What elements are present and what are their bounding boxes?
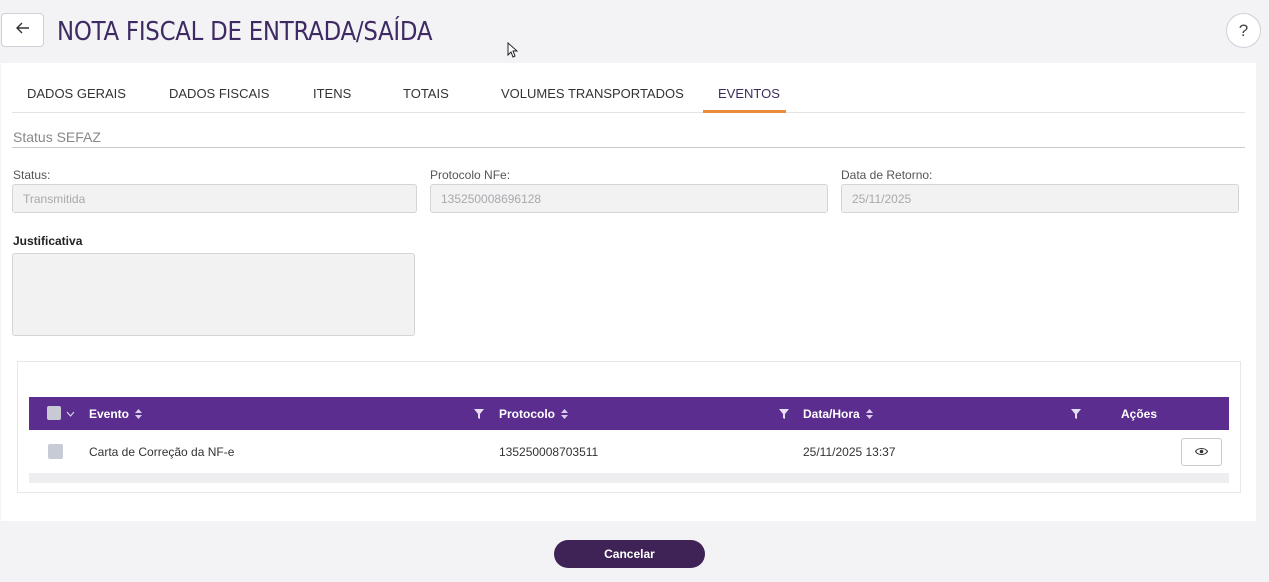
table-row[interactable]: Carta de Correção da NF-e 13525000870351… bbox=[29, 430, 1229, 473]
cell-data-hora: 25/11/2025 13:37 bbox=[803, 444, 896, 459]
active-tab-indicator bbox=[703, 110, 786, 113]
sort-icon[interactable] bbox=[865, 408, 873, 419]
tab-volumes-transportados[interactable]: VOLUMES TRANSPORTADOS bbox=[501, 86, 684, 101]
back-button[interactable] bbox=[1, 13, 44, 47]
column-header-data-hora[interactable]: Data/Hora bbox=[803, 397, 873, 430]
section-divider bbox=[12, 147, 1245, 148]
status-field: Transmitida bbox=[12, 184, 417, 213]
filter-icon[interactable] bbox=[474, 397, 484, 430]
tab-dados-fiscais[interactable]: DADOS FISCAIS bbox=[169, 86, 269, 101]
eye-icon bbox=[1194, 445, 1209, 459]
protocolo-label: Protocolo NFe: bbox=[430, 168, 511, 182]
help-button[interactable]: ? bbox=[1226, 13, 1261, 48]
tab-dados-gerais[interactable]: DADOS GERAIS bbox=[27, 86, 126, 101]
column-header-evento[interactable]: Evento bbox=[89, 397, 143, 430]
cell-protocolo: 135250008703511 bbox=[499, 444, 599, 459]
filter-icon[interactable] bbox=[779, 397, 789, 430]
table-footer bbox=[29, 473, 1229, 483]
chevron-down-icon[interactable] bbox=[66, 397, 75, 430]
view-button[interactable] bbox=[1181, 438, 1222, 466]
arrow-left-icon bbox=[15, 21, 30, 39]
column-header-acoes: Ações bbox=[1121, 406, 1158, 421]
status-label: Status: bbox=[13, 168, 51, 182]
row-checkbox[interactable] bbox=[48, 444, 63, 459]
data-retorno-field: 25/11/2025 bbox=[841, 184, 1239, 213]
protocolo-field: 135250008696128 bbox=[430, 184, 828, 213]
mouse-cursor-icon bbox=[507, 41, 519, 63]
cell-evento: Carta de Correção da NF-e bbox=[89, 444, 235, 459]
sort-icon[interactable] bbox=[561, 408, 568, 419]
justificativa-textarea bbox=[12, 253, 415, 336]
data-retorno-label: Data de Retorno: bbox=[841, 168, 933, 182]
tab-bar: DADOS GERAIS DADOS FISCAIS ITENS TOTAIS … bbox=[12, 77, 1245, 113]
section-title: Status SEFAZ bbox=[13, 129, 101, 145]
column-header-protocolo[interactable]: Protocolo bbox=[499, 397, 568, 430]
tab-totais[interactable]: TOTAIS bbox=[403, 86, 449, 101]
page-title: NOTA FISCAL DE ENTRADA/SAÍDA bbox=[57, 17, 433, 47]
justificativa-label: Justificativa bbox=[13, 234, 83, 248]
filter-icon[interactable] bbox=[1071, 397, 1081, 430]
tab-eventos[interactable]: EVENTOS bbox=[718, 86, 780, 101]
table-header: Evento Protocolo Data/Hora Ações bbox=[29, 397, 1229, 430]
cancel-button[interactable]: Cancelar bbox=[554, 540, 705, 568]
events-table: Evento Protocolo Data/Hora Ações Carta d… bbox=[29, 397, 1229, 483]
tab-itens[interactable]: ITENS bbox=[313, 86, 351, 101]
select-all-checkbox[interactable] bbox=[47, 406, 61, 420]
sort-icon[interactable] bbox=[135, 408, 143, 419]
